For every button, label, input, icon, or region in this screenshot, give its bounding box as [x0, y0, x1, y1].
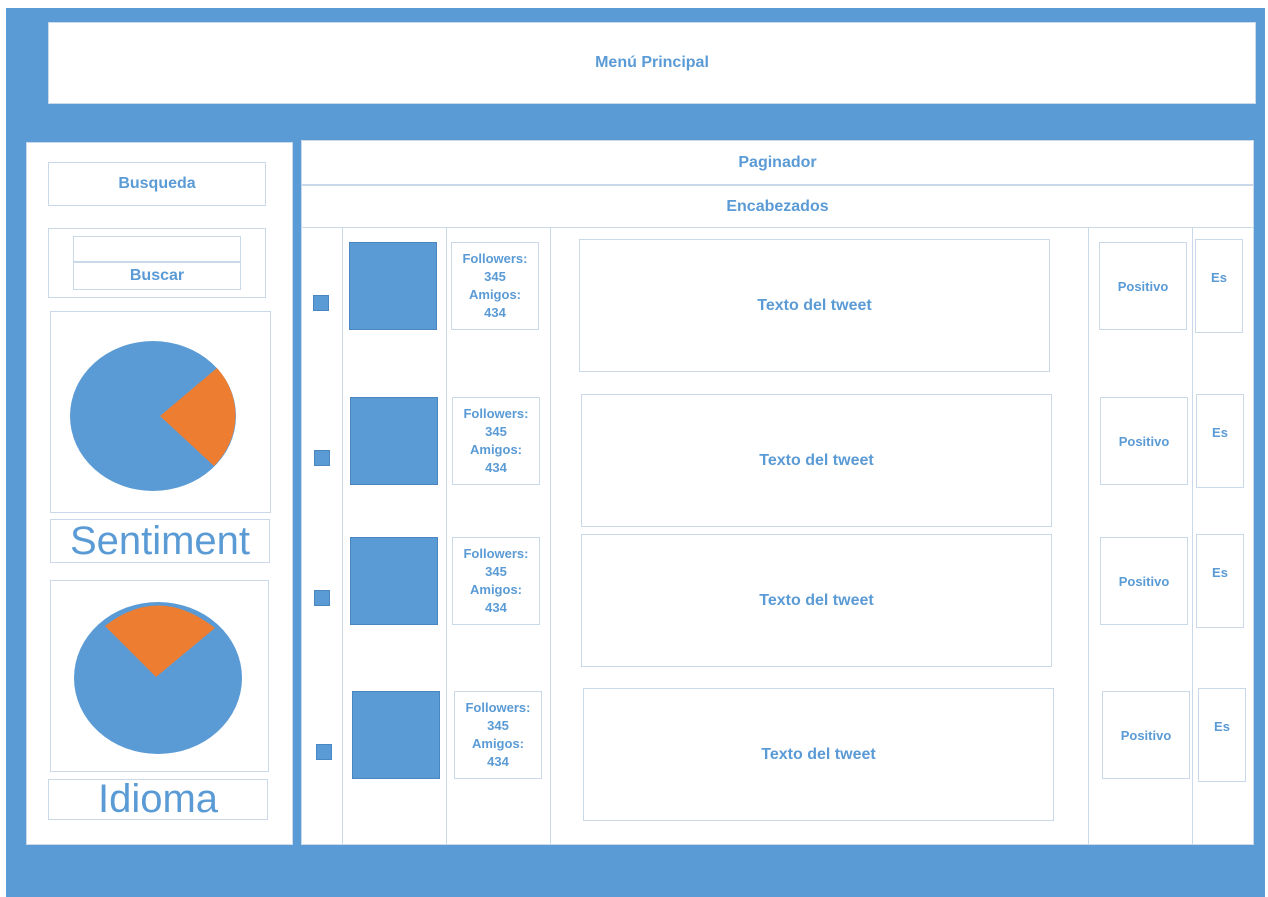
- friends-label: Amigos:: [470, 442, 522, 457]
- sentiment-cell: Positivo: [1102, 691, 1190, 779]
- row-select-checkbox[interactable]: [313, 295, 329, 311]
- sentiment-cell: Positivo: [1099, 242, 1187, 330]
- friends-label: Amigos:: [470, 582, 522, 597]
- tweet-text-box: Texto del tweet: [579, 239, 1050, 372]
- user-avatar: [349, 242, 437, 330]
- sentiment-value: Positivo: [1120, 727, 1172, 743]
- user-stats: Followers: 345 Amigos: 434: [452, 397, 540, 485]
- followers-count: 345: [485, 424, 507, 439]
- paginator-label: Paginador: [738, 153, 817, 171]
- friends-label: Amigos:: [472, 736, 524, 751]
- sentiment-value: Positivo: [1117, 278, 1169, 294]
- tweet-text-box: Texto del tweet: [583, 688, 1054, 821]
- language-value: Es: [1212, 565, 1228, 580]
- column-divider: [342, 228, 343, 845]
- paginator[interactable]: Paginador: [301, 140, 1254, 185]
- friends-count: 434: [487, 754, 509, 769]
- sentiment-value: Positivo: [1118, 573, 1170, 589]
- user-stats: Followers: 345 Amigos: 434: [454, 691, 542, 779]
- followers-count: 345: [487, 718, 509, 733]
- followers-count: 345: [485, 564, 507, 579]
- user-avatar: [350, 537, 438, 625]
- tweet-text-box: Texto del tweet: [581, 394, 1052, 527]
- language-cell: Es: [1196, 394, 1244, 488]
- table-headers: Encabezados: [301, 185, 1254, 228]
- followers-label: Followers:: [462, 251, 528, 266]
- tweet-text-box: Texto del tweet: [581, 534, 1052, 667]
- sentiment-cell: Positivo: [1100, 537, 1188, 625]
- row-select-checkbox[interactable]: [314, 590, 330, 606]
- sentiment-cell: Positivo: [1100, 397, 1188, 485]
- language-cell: Es: [1198, 688, 1246, 782]
- sentiment-value: Positivo: [1118, 433, 1170, 449]
- tweet-text: Texto del tweet: [759, 591, 874, 609]
- followers-label: Followers:: [465, 700, 531, 715]
- language-value: Es: [1214, 719, 1230, 734]
- user-avatar: [350, 397, 438, 485]
- tweet-text: Texto del tweet: [759, 451, 874, 469]
- language-cell: Es: [1196, 534, 1244, 628]
- friends-count: 434: [485, 460, 507, 475]
- table-headers-label: Encabezados: [726, 197, 829, 215]
- followers-label: Followers:: [463, 546, 529, 561]
- column-divider: [446, 228, 447, 845]
- user-stats: Followers: 345 Amigos: 434: [451, 242, 539, 330]
- followers-label: Followers:: [463, 406, 529, 421]
- row-select-checkbox[interactable]: [316, 744, 332, 760]
- row-select-checkbox[interactable]: [314, 450, 330, 466]
- column-divider: [1192, 228, 1193, 845]
- tweet-text: Texto del tweet: [761, 745, 876, 763]
- language-chart-label: Idioma: [48, 777, 268, 821]
- user-stats: Followers: 345 Amigos: 434: [452, 537, 540, 625]
- language-cell: Es: [1195, 239, 1243, 333]
- friends-count: 434: [484, 305, 506, 320]
- column-divider: [1088, 228, 1089, 845]
- language-value: Es: [1211, 270, 1227, 285]
- language-label-text: Idioma: [97, 777, 219, 821]
- tweet-text: Texto del tweet: [757, 296, 872, 314]
- user-avatar: [352, 691, 440, 779]
- language-value: Es: [1212, 425, 1228, 440]
- friends-label: Amigos:: [469, 287, 521, 302]
- column-divider: [550, 228, 551, 845]
- followers-count: 345: [484, 269, 506, 284]
- friends-count: 434: [485, 600, 507, 615]
